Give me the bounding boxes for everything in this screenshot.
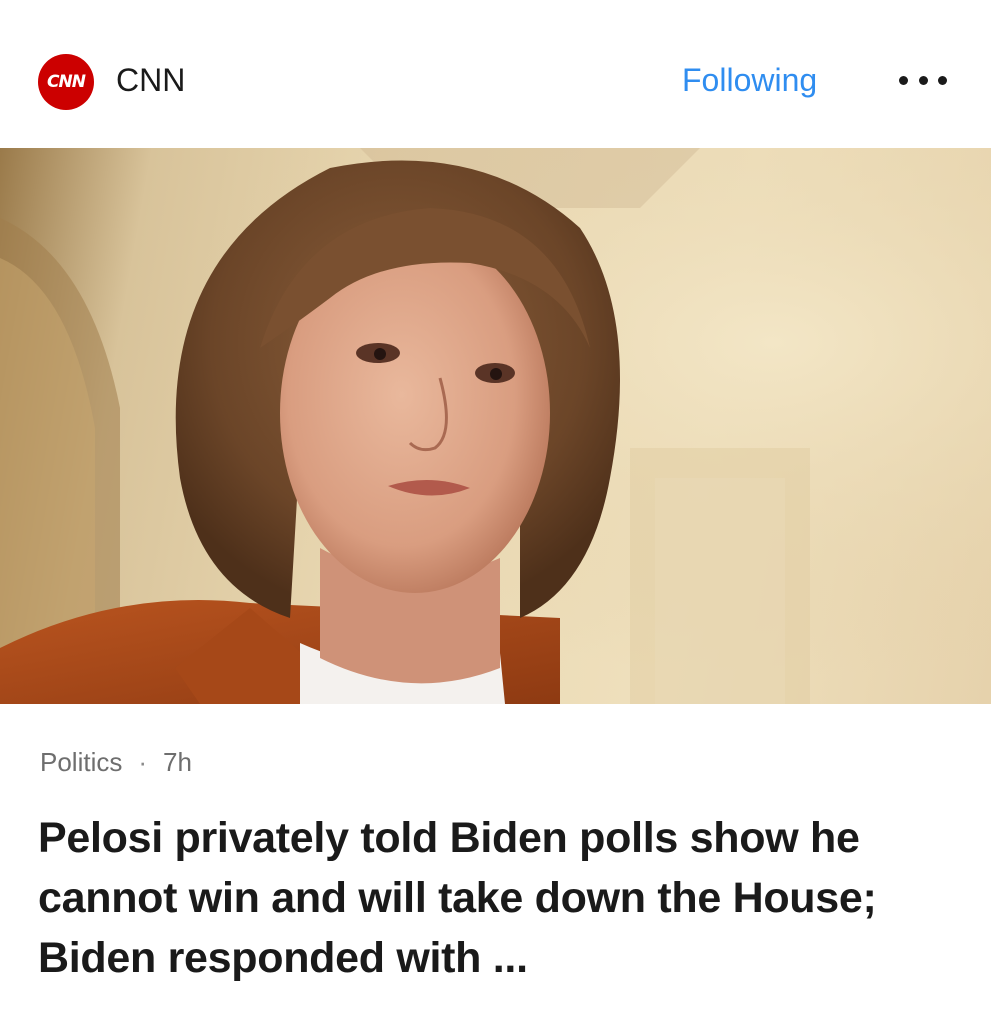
more-horizontal-icon[interactable] xyxy=(899,66,947,94)
more-dot xyxy=(918,75,928,85)
category-label[interactable]: Politics xyxy=(40,744,122,780)
following-button[interactable]: Following xyxy=(682,60,817,100)
article-hero-image[interactable] xyxy=(0,148,991,704)
meta-separator: · xyxy=(138,747,148,777)
hero-photo xyxy=(0,148,991,704)
source-name[interactable]: CNN xyxy=(116,60,185,100)
article-headline[interactable]: Pelosi privately told Biden polls show h… xyxy=(38,808,958,988)
cnn-logo[interactable]: CNN xyxy=(38,54,94,110)
more-dot xyxy=(938,75,947,85)
more-dot xyxy=(899,75,908,85)
article-meta: Politics · 7h xyxy=(40,744,192,780)
news-card[interactable]: CNN CNN Following Politics · 7h Pelosi p… xyxy=(0,0,991,1024)
card-header: CNN CNN Following xyxy=(0,0,991,148)
article-age: 7h xyxy=(163,747,192,777)
